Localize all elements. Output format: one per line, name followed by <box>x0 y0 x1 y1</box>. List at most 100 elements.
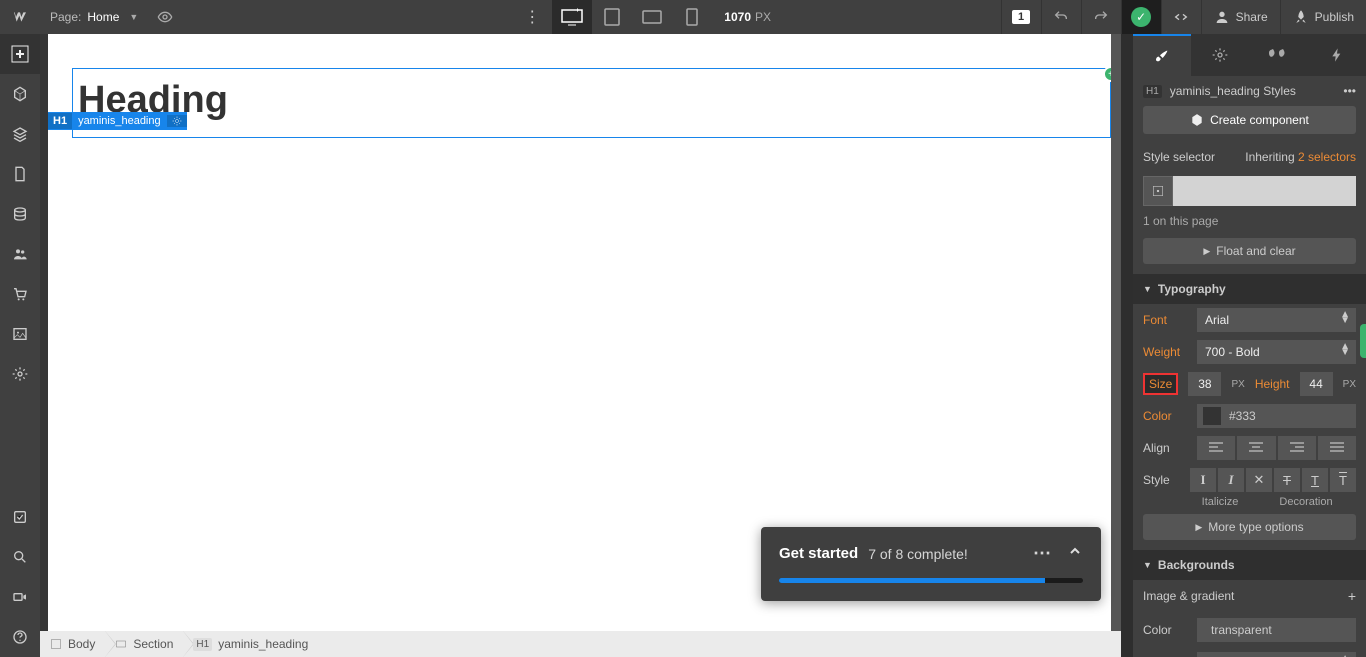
font-label[interactable]: Font <box>1143 313 1187 327</box>
tab-effects[interactable] <box>1308 34 1366 76</box>
webflow-icon <box>12 9 28 25</box>
add-bg-button[interactable]: + <box>1348 588 1356 604</box>
export-code-button[interactable] <box>1161 0 1201 34</box>
panel-tabs <box>1133 34 1366 76</box>
webflow-logo[interactable] <box>0 0 40 34</box>
height-input[interactable]: 44 <box>1300 372 1333 396</box>
ecommerce-button[interactable] <box>0 274 40 314</box>
undo-button[interactable] <box>1041 0 1081 34</box>
clipping-select[interactable]: None ▲▼ <box>1197 652 1356 657</box>
underline-button[interactable]: T <box>1302 468 1328 492</box>
tab-settings[interactable] <box>1191 34 1249 76</box>
toast-menu[interactable]: ⋯ <box>1033 543 1051 564</box>
layers-icon <box>12 126 28 142</box>
align-justify-button[interactable] <box>1318 436 1356 460</box>
audit-button[interactable] <box>0 497 40 537</box>
page-selector[interactable]: Page: Home ▼ <box>40 0 148 34</box>
weight-label[interactable]: Weight <box>1143 345 1187 359</box>
height-label[interactable]: Height <box>1255 377 1290 391</box>
height-unit[interactable]: PX <box>1343 379 1356 390</box>
body-icon <box>50 638 62 650</box>
selector-state-icon[interactable] <box>1143 176 1173 206</box>
typography-section-header[interactable]: ▼ Typography <box>1133 274 1366 304</box>
overline-button[interactable]: T <box>1330 468 1356 492</box>
bg-color-label: Color <box>1143 623 1187 637</box>
selector-input[interactable] <box>1143 176 1356 206</box>
more-menu[interactable]: ⋮ <box>512 0 552 34</box>
help-button[interactable] <box>0 617 40 657</box>
device-desktop[interactable] <box>552 0 592 34</box>
color-label[interactable]: Color <box>1143 409 1187 423</box>
overline-icon: T <box>1339 473 1347 488</box>
checklist-icon <box>12 509 28 525</box>
align-center-button[interactable] <box>1237 436 1275 460</box>
style-row: Style I I ✕ T T T <box>1133 464 1366 496</box>
on-page-count: 1 on this page <box>1133 210 1366 238</box>
cms-button[interactable] <box>0 194 40 234</box>
assets-button[interactable] <box>0 314 40 354</box>
changes-count[interactable]: 1 <box>1001 0 1041 34</box>
settings-button[interactable] <box>0 354 40 394</box>
panel-drag-handle[interactable] <box>1360 324 1366 358</box>
style-label: Style <box>1143 473 1180 487</box>
device-tablet-landscape[interactable] <box>632 0 672 34</box>
create-component-button[interactable]: Create component <box>1143 106 1356 134</box>
align-right-button[interactable] <box>1278 436 1316 460</box>
canvas-width-unit: PX <box>755 10 771 24</box>
users-button[interactable] <box>0 234 40 274</box>
color-input[interactable]: #333 <box>1197 404 1356 428</box>
weight-select[interactable]: 700 - Bold ▲▼ <box>1197 340 1356 364</box>
size-label[interactable]: Size <box>1143 373 1178 395</box>
more-type-button[interactable]: ▶ More type options <box>1143 514 1356 540</box>
selector-field[interactable] <box>1173 176 1356 206</box>
strike-icon: T <box>1283 473 1291 488</box>
size-unit[interactable]: PX <box>1231 379 1244 390</box>
float-clear-button[interactable]: ▶ Float and clear <box>1143 238 1356 264</box>
decoration-none-button[interactable]: ✕ <box>1246 468 1272 492</box>
pages-button[interactable] <box>0 154 40 194</box>
status-ok[interactable]: ✓ <box>1121 0 1161 34</box>
toast-collapse[interactable] <box>1067 543 1083 564</box>
style-header-menu[interactable]: ••• <box>1343 84 1356 98</box>
tab-style[interactable] <box>1133 34 1191 76</box>
italic-off-button[interactable]: I <box>1190 468 1216 492</box>
breadcrumb-element[interactable]: H1 yaminis_heading <box>183 631 318 657</box>
canvas-scrollbar[interactable] <box>1111 34 1121 631</box>
selection-tag: H1 <box>48 113 72 129</box>
video-button[interactable] <box>0 577 40 617</box>
page-icon <box>12 166 28 182</box>
share-button[interactable]: Share <box>1201 0 1280 34</box>
navigator-button[interactable] <box>0 114 40 154</box>
bg-color-input[interactable]: transparent <box>1197 618 1356 642</box>
font-select[interactable]: Arial ▲▼ <box>1197 308 1356 332</box>
backgrounds-section-header[interactable]: ▼ Backgrounds <box>1133 550 1366 580</box>
search-button[interactable] <box>0 537 40 577</box>
breadcrumb-body[interactable]: Body <box>40 631 105 657</box>
tab-interactions[interactable] <box>1250 34 1308 76</box>
add-element-button[interactable] <box>0 34 40 74</box>
align-left-button[interactable] <box>1197 436 1235 460</box>
italic-on-button[interactable]: I <box>1218 468 1244 492</box>
target-icon <box>1151 184 1165 198</box>
strikethrough-button[interactable]: T <box>1274 468 1300 492</box>
preview-button[interactable] <box>148 9 182 25</box>
canvas-dimensions[interactable]: 1070 PX <box>712 10 783 24</box>
page-label: Page: <box>50 10 81 24</box>
symbols-button[interactable] <box>0 74 40 114</box>
undo-icon <box>1053 9 1069 25</box>
inheriting-count[interactable]: 2 selectors <box>1298 150 1356 164</box>
redo-button[interactable] <box>1081 0 1121 34</box>
device-mobile[interactable] <box>672 0 712 34</box>
selection-label[interactable]: H1 yaminis_heading <box>48 112 187 130</box>
selection-settings[interactable] <box>167 115 187 127</box>
publish-button[interactable]: Publish <box>1280 0 1366 34</box>
breadcrumb-section[interactable]: Section <box>105 631 183 657</box>
device-tablet[interactable] <box>592 0 632 34</box>
share-label: Share <box>1236 10 1268 24</box>
size-height-row: Size 38 PX Height 44 PX <box>1133 368 1366 400</box>
bg-color-row: Color transparent <box>1133 612 1366 648</box>
breadcrumb-tag: H1 <box>193 638 212 651</box>
database-icon <box>12 206 28 222</box>
panel-scroll[interactable]: H1 yaminis_heading Styles ••• Create com… <box>1133 76 1366 657</box>
size-input[interactable]: 38 <box>1188 372 1221 396</box>
